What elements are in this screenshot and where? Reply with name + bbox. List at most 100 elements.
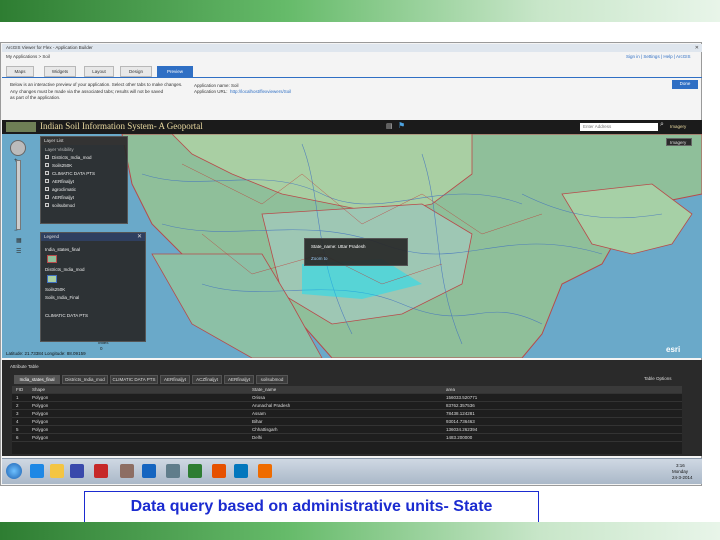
legend-item: Soils250K: [45, 286, 66, 292]
done-button[interactable]: Done: [672, 80, 698, 89]
app-icon[interactable]: [120, 464, 134, 478]
legend-swatch: [47, 255, 57, 263]
layer-item[interactable]: soilsubmod: [41, 201, 127, 209]
bookmark-icon[interactable]: ⚑: [398, 121, 405, 130]
layer-item[interactable]: Soils250K: [41, 161, 127, 169]
table-row[interactable]: 2 Polygon Arunachal Pradesh 83762.357536: [12, 402, 682, 410]
zoom-slider[interactable]: [16, 160, 21, 230]
layer-item[interactable]: agroclimatic: [41, 185, 127, 193]
address-search-input[interactable]: Enter Address: [580, 123, 658, 131]
layer-visibility-label: Layer Visibility: [45, 146, 74, 152]
table-tab[interactable]: CLIMATIC DATA PTS: [110, 375, 158, 384]
layer-item[interactable]: CLIMATIC DATA PTS: [41, 169, 127, 177]
close-window-icon[interactable]: ✕: [695, 45, 699, 51]
layer-checkbox[interactable]: [45, 187, 49, 191]
layer-checkbox[interactable]: [45, 203, 49, 207]
basemap-toggle[interactable]: Imagery: [666, 138, 692, 146]
arcmap-icon[interactable]: [188, 464, 202, 478]
media-icon[interactable]: [70, 464, 84, 478]
table-tab[interactable]: ACZfinaljyt: [192, 375, 222, 384]
folder-icon[interactable]: [50, 464, 64, 478]
table-tab[interactable]: AERfinaljyt: [224, 375, 254, 384]
ie-icon[interactable]: [30, 464, 44, 478]
clock-date: 24-3-2014: [672, 475, 693, 480]
browser-title: ArcGIS Viewer for Flex - Application Bui…: [6, 45, 93, 50]
layer-item[interactable]: AERfinaljyt: [41, 177, 127, 185]
table-tab[interactable]: AERfinaljyt: [160, 375, 190, 384]
chrome-icon[interactable]: [234, 464, 248, 478]
firefox-icon[interactable]: [258, 464, 272, 478]
legend-item: Districts_India_mod: [45, 266, 85, 272]
zoom-out-icon[interactable]: −: [14, 228, 18, 234]
basemap-button[interactable]: Imagery: [670, 124, 686, 130]
scale-value: 0: [100, 346, 103, 351]
attribute-table-title: Attribute Table: [10, 364, 39, 369]
table-row[interactable]: 1 Polygon Orissa 156033.520771: [12, 394, 682, 402]
table-tab[interactable]: India_states_final: [14, 375, 60, 384]
info-popup: State_name: Uttar Pradesh Zoom to: [304, 238, 408, 266]
layers-tool-icon[interactable]: ▦: [16, 237, 22, 244]
esri-logo: esri: [666, 345, 680, 354]
table-row[interactable]: 6 Polygon Delhi 1483.200000: [12, 434, 682, 442]
close-icon[interactable]: ✕: [137, 233, 142, 240]
legend-item: Soils_India_Final: [45, 294, 80, 300]
search-icon[interactable]: ⌕: [660, 121, 664, 129]
layer-item[interactable]: AERfinaljyt: [41, 193, 127, 201]
preview-note-line3: as part of the application.: [10, 95, 61, 100]
slide: ArcGIS Viewer for Flex - Application Bui…: [0, 0, 720, 540]
tab-preview[interactable]: Preview: [157, 66, 193, 77]
layer-checkbox[interactable]: [45, 155, 49, 159]
legend-item: India_states_final: [45, 246, 81, 252]
breadcrumb[interactable]: My Applications > Soil: [6, 54, 50, 60]
print-icon[interactable]: ▤: [386, 122, 393, 130]
tab-widgets[interactable]: Widgets: [44, 66, 76, 77]
app-icon[interactable]: [166, 464, 180, 478]
layer-list-panel: Layer List Layer Visibility Districts_In…: [40, 136, 128, 224]
zoom-in-icon[interactable]: +: [14, 158, 18, 164]
column-header[interactable]: area: [446, 386, 455, 394]
popup-zoom-link[interactable]: Zoom to: [311, 256, 328, 262]
app-icon[interactable]: [212, 464, 226, 478]
top-decor-band: [0, 0, 720, 22]
tab-maps[interactable]: Maps: [6, 66, 34, 77]
legend-title: Legend: [41, 233, 145, 241]
app-logo: [6, 122, 36, 132]
column-header[interactable]: Shape: [32, 386, 45, 394]
table-tab[interactable]: soilsubmod: [256, 375, 288, 384]
column-header[interactable]: FID: [16, 386, 23, 394]
legend-item: CLIMATIC DATA PTS: [45, 312, 89, 318]
layer-checkbox[interactable]: [45, 163, 49, 167]
table-row[interactable]: 3 Polygon Assam 78438.124281: [12, 410, 682, 418]
word-icon[interactable]: [142, 464, 156, 478]
table-options-button[interactable]: Table Options: [644, 376, 672, 382]
app-url-link[interactable]: http://localhost/flexviewers/Soil: [230, 89, 291, 95]
tabs-underline: [2, 77, 702, 78]
pan-control[interactable]: [10, 140, 26, 156]
layer-checkbox[interactable]: [45, 179, 49, 183]
legend-swatch: [47, 275, 57, 283]
layer-checkbox[interactable]: [45, 195, 49, 199]
tab-design[interactable]: Design: [120, 66, 152, 77]
attribute-table-panel: Attribute Table India_states_final Distr…: [2, 360, 702, 456]
preview-note-line1: Below is an interactive preview of your …: [10, 82, 183, 87]
app-icon[interactable]: [94, 464, 108, 478]
layer-item[interactable]: Districts_India_mod: [41, 153, 127, 161]
layer-checkbox[interactable]: [45, 171, 49, 175]
column-header[interactable]: State_name: [252, 386, 276, 394]
table-tab[interactable]: Districts_India_mod: [62, 375, 108, 384]
layer-list-title: Layer List: [41, 137, 127, 145]
tab-layout[interactable]: Layout: [84, 66, 114, 77]
app-url-label: Application URL:: [194, 89, 228, 94]
popup-field: State_name: Uttar Pradesh: [311, 244, 366, 249]
coordinate-readout: Latitude: 21.73384 Longitude: 88.09159: [6, 351, 86, 356]
slide-caption: Data query based on administrative units…: [84, 491, 539, 523]
legend-tool-icon[interactable]: ☰: [16, 248, 21, 255]
start-button[interactable]: [6, 463, 22, 479]
map-app-title: Indian Soil Information System- A Geopor…: [40, 121, 203, 131]
map-header: Indian Soil Information System- A Geopor…: [2, 120, 702, 134]
table-row[interactable]: 5 Polygon Chhattisgarh 136034.262394: [12, 426, 682, 434]
legend-panel: Legend ✕ India_states_final Districts_In…: [40, 232, 146, 342]
top-links[interactable]: Sign in | Settings | Help | ArcGIS: [626, 54, 691, 60]
attribute-grid: FID Shape State_name area 1 Polygon Oris…: [12, 386, 682, 454]
table-row[interactable]: 4 Polygon Bihar 93014.736463: [12, 418, 682, 426]
